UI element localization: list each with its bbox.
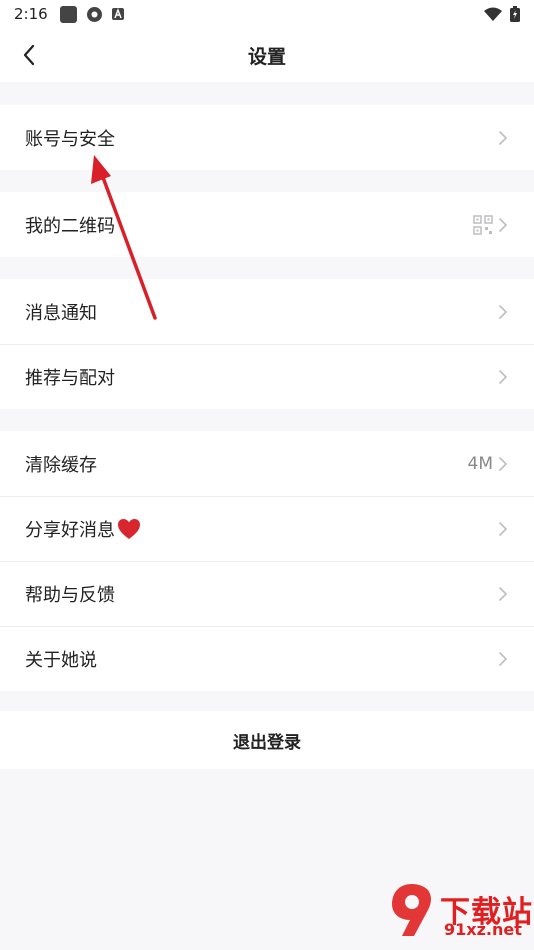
battery-icon — [510, 6, 520, 22]
chevron-right-icon — [499, 130, 508, 145]
status-system-icons — [484, 6, 520, 22]
logout-button[interactable]: 退出登录 — [0, 711, 534, 769]
app-notification-icon — [59, 5, 77, 23]
settings-item-help-feedback[interactable]: 帮助与反馈 — [0, 561, 534, 626]
chevron-right-icon — [499, 369, 508, 384]
settings-item-label: 关于她说 — [25, 649, 97, 671]
text-a-icon — [111, 8, 124, 20]
wifi-icon — [484, 7, 502, 21]
settings-item-label: 清除缓存 — [25, 454, 97, 476]
chevron-right-icon — [499, 456, 508, 471]
settings-group-general: 清除缓存 4M 分享好消息 帮助与反馈 关于她说 — [0, 431, 534, 691]
settings-item-label: 账号与安全 — [25, 128, 115, 150]
settings-item-notifications[interactable]: 消息通知 — [0, 279, 534, 344]
sync-icon — [86, 6, 102, 22]
heart-icon — [118, 518, 140, 539]
settings-item-label: 我的二维码 — [25, 215, 115, 237]
settings-item-my-qr-code[interactable]: 我的二维码 — [0, 192, 534, 257]
settings-item-share[interactable]: 分享好消息 — [0, 496, 534, 561]
qr-code-icon — [473, 214, 493, 235]
chevron-right-icon — [499, 521, 508, 536]
back-button[interactable] — [14, 40, 44, 70]
settings-group-account: 账号与安全 — [0, 105, 534, 170]
watermark-logo-icon — [392, 884, 431, 936]
settings-item-clear-cache[interactable]: 清除缓存 4M — [0, 431, 534, 496]
settings-item-recommend-match[interactable]: 推荐与配对 — [0, 344, 534, 409]
cache-size-value: 4M — [467, 453, 493, 474]
watermark: 下载站 91xz.net — [388, 880, 533, 939]
status-bar: 2:16 — [0, 0, 534, 28]
settings-item-label: 消息通知 — [25, 302, 97, 324]
settings-item-label: 帮助与反馈 — [25, 584, 115, 606]
settings-item-about[interactable]: 关于她说 — [0, 626, 534, 691]
status-time: 2:16 — [14, 5, 48, 23]
logout-group: 退出登录 — [0, 711, 534, 769]
page-title: 设置 — [247, 45, 286, 68]
chevron-right-icon — [499, 217, 508, 232]
settings-item-label: 分享好消息 — [25, 519, 115, 541]
settings-item-label: 推荐与配对 — [25, 367, 115, 389]
watermark-url: 91xz.net — [444, 920, 522, 939]
chevron-right-icon — [499, 651, 508, 666]
header: 设置 — [0, 28, 534, 82]
settings-group-qr: 我的二维码 — [0, 192, 534, 257]
chevron-right-icon — [499, 586, 508, 601]
chevron-left-icon — [23, 44, 35, 66]
settings-item-account-security[interactable]: 账号与安全 — [0, 105, 534, 170]
settings-group-notifications: 消息通知 推荐与配对 — [0, 279, 534, 409]
chevron-right-icon — [499, 304, 508, 319]
status-notification-icons — [59, 5, 124, 23]
